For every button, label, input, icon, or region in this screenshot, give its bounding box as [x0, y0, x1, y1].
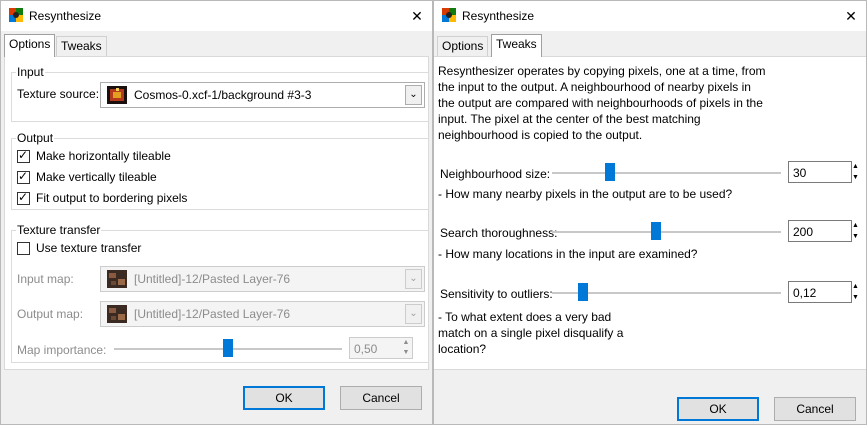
app-icon: [9, 8, 23, 22]
search-thoroughness-hint: - How many locations in the input are ex…: [438, 247, 698, 261]
tab-tweaks[interactable]: Tweaks: [56, 36, 107, 56]
spin-up-icon[interactable]: ▲: [400, 338, 412, 348]
input-map-value: [Untitled]-12/Pasted Layer-76: [134, 272, 291, 286]
ok-button[interactable]: OK: [243, 386, 325, 410]
vertically-tileable-checkbox[interactable]: ✓: [17, 169, 30, 184]
spin-up-icon[interactable]: ▲: [852, 281, 859, 292]
fit-bordering-label[interactable]: Fit output to bordering pixels: [36, 191, 187, 205]
spin-down-icon[interactable]: ▼: [852, 172, 859, 183]
check-mark-icon: ✓: [18, 148, 29, 162]
map-importance-label: Map importance:: [17, 343, 107, 357]
sensitivity-outliers-slider-handle[interactable]: [578, 283, 589, 301]
spin-up-icon[interactable]: ▲: [852, 220, 859, 231]
sensitivity-outliers-hint: - To what extent does a very bad match o…: [438, 310, 624, 356]
tweaks-dialog: Resynthesize ✕ Options Tweaks Resynthesi…: [433, 0, 867, 425]
search-thoroughness-value: 200: [793, 225, 814, 239]
sensitivity-outliers-spinbox[interactable]: 0,12: [788, 281, 852, 303]
tab-options[interactable]: Options: [4, 34, 56, 57]
spin-down-icon[interactable]: ▼: [852, 231, 859, 242]
cancel-button[interactable]: Cancel: [340, 386, 422, 410]
map-thumbnail: [107, 270, 127, 288]
search-thoroughness-slider-track[interactable]: [552, 231, 781, 233]
group-title: Output: [16, 131, 55, 145]
app-icon: [442, 8, 456, 22]
horizontally-tileable-label[interactable]: Make horizontally tileable: [36, 149, 171, 163]
texture-source-value: Cosmos-0.xcf-1/background #3-3: [134, 88, 312, 102]
texture-thumbnail: [107, 86, 127, 104]
input-map-label: Input map:: [17, 272, 74, 286]
spin-down-icon[interactable]: ▼: [400, 348, 412, 358]
ok-button[interactable]: OK: [677, 397, 759, 421]
neighbourhood-size-slider-handle[interactable]: [604, 163, 615, 181]
map-thumbnail: [107, 305, 127, 323]
output-group: Output ✓ Make horizontally tileable ✓ Ma…: [11, 131, 429, 210]
texture-source-label: Texture source:: [17, 87, 100, 101]
cancel-button[interactable]: Cancel: [774, 397, 856, 421]
close-icon[interactable]: ✕: [836, 1, 866, 31]
tab-tweaks[interactable]: Tweaks: [491, 34, 542, 57]
chevron-down-icon[interactable]: ⌄: [405, 304, 422, 324]
neighbourhood-size-slider-track[interactable]: [552, 172, 781, 174]
check-mark-icon: ✓: [18, 169, 29, 183]
neighbourhood-size-label: Neighbourhood size:: [440, 167, 551, 181]
spin-up-icon[interactable]: ▲: [852, 161, 859, 172]
sensitivity-outliers-value: 0,12: [793, 286, 817, 300]
title-bar[interactable]: Resynthesize ✕: [1, 1, 432, 31]
horizontally-tileable-checkbox[interactable]: ✓: [17, 148, 30, 163]
check-mark-icon: ✓: [18, 190, 29, 204]
fit-bordering-checkbox[interactable]: ✓: [17, 190, 30, 205]
search-thoroughness-slider-handle[interactable]: [650, 222, 661, 240]
tab-options[interactable]: Options: [437, 36, 489, 56]
texture-transfer-group: Texture transfer Use texture transfer In…: [11, 223, 429, 363]
neighbourhood-size-spinbox[interactable]: 30: [788, 161, 852, 183]
use-texture-transfer-checkbox[interactable]: [17, 242, 30, 255]
sensitivity-outliers-label: Sensitivity to outliers:: [440, 287, 553, 301]
title-bar[interactable]: Resynthesize ✕: [434, 1, 866, 31]
group-title: Texture transfer: [16, 223, 102, 237]
input-map-select[interactable]: [Untitled]-12/Pasted Layer-76 ⌄: [100, 266, 425, 292]
tweaks-panel: Resynthesizer operates by copying pixels…: [434, 56, 866, 370]
window-title: Resynthesize: [462, 9, 535, 23]
options-panel: Input Texture source: Cosmos-0.xcf-1/bac…: [4, 56, 429, 370]
texture-source-select[interactable]: Cosmos-0.xcf-1/background #3-3 ⌄: [100, 82, 425, 108]
description-text: Resynthesizer operates by copying pixels…: [438, 64, 766, 142]
group-title: Input: [16, 65, 45, 79]
chevron-down-icon[interactable]: ⌄: [405, 85, 422, 105]
search-thoroughness-spinbox[interactable]: 200: [788, 220, 852, 242]
search-thoroughness-label: Search thoroughness:: [440, 226, 558, 240]
input-group: Input Texture source: Cosmos-0.xcf-1/bac…: [11, 65, 429, 122]
close-icon[interactable]: ✕: [402, 1, 432, 31]
neighbourhood-size-hint: - How many nearby pixels in the output a…: [438, 187, 733, 201]
options-dialog: Resynthesize ✕ Options Tweaks Input Text…: [0, 0, 433, 425]
window-title: Resynthesize: [29, 9, 102, 23]
output-map-select[interactable]: [Untitled]-12/Pasted Layer-76 ⌄: [100, 301, 425, 327]
output-map-label: Output map:: [17, 307, 84, 321]
map-importance-slider-handle[interactable]: [223, 339, 233, 357]
spin-down-icon[interactable]: ▼: [852, 292, 859, 303]
use-texture-transfer-label[interactable]: Use texture transfer: [36, 241, 141, 255]
output-map-value: [Untitled]-12/Pasted Layer-76: [134, 307, 291, 321]
chevron-down-icon[interactable]: ⌄: [405, 269, 422, 289]
map-importance-spinbox[interactable]: 0,50 ▲ ▼: [349, 337, 413, 359]
vertically-tileable-label[interactable]: Make vertically tileable: [36, 170, 157, 184]
map-importance-value: 0,50: [354, 342, 378, 356]
neighbourhood-size-value: 30: [793, 166, 807, 180]
